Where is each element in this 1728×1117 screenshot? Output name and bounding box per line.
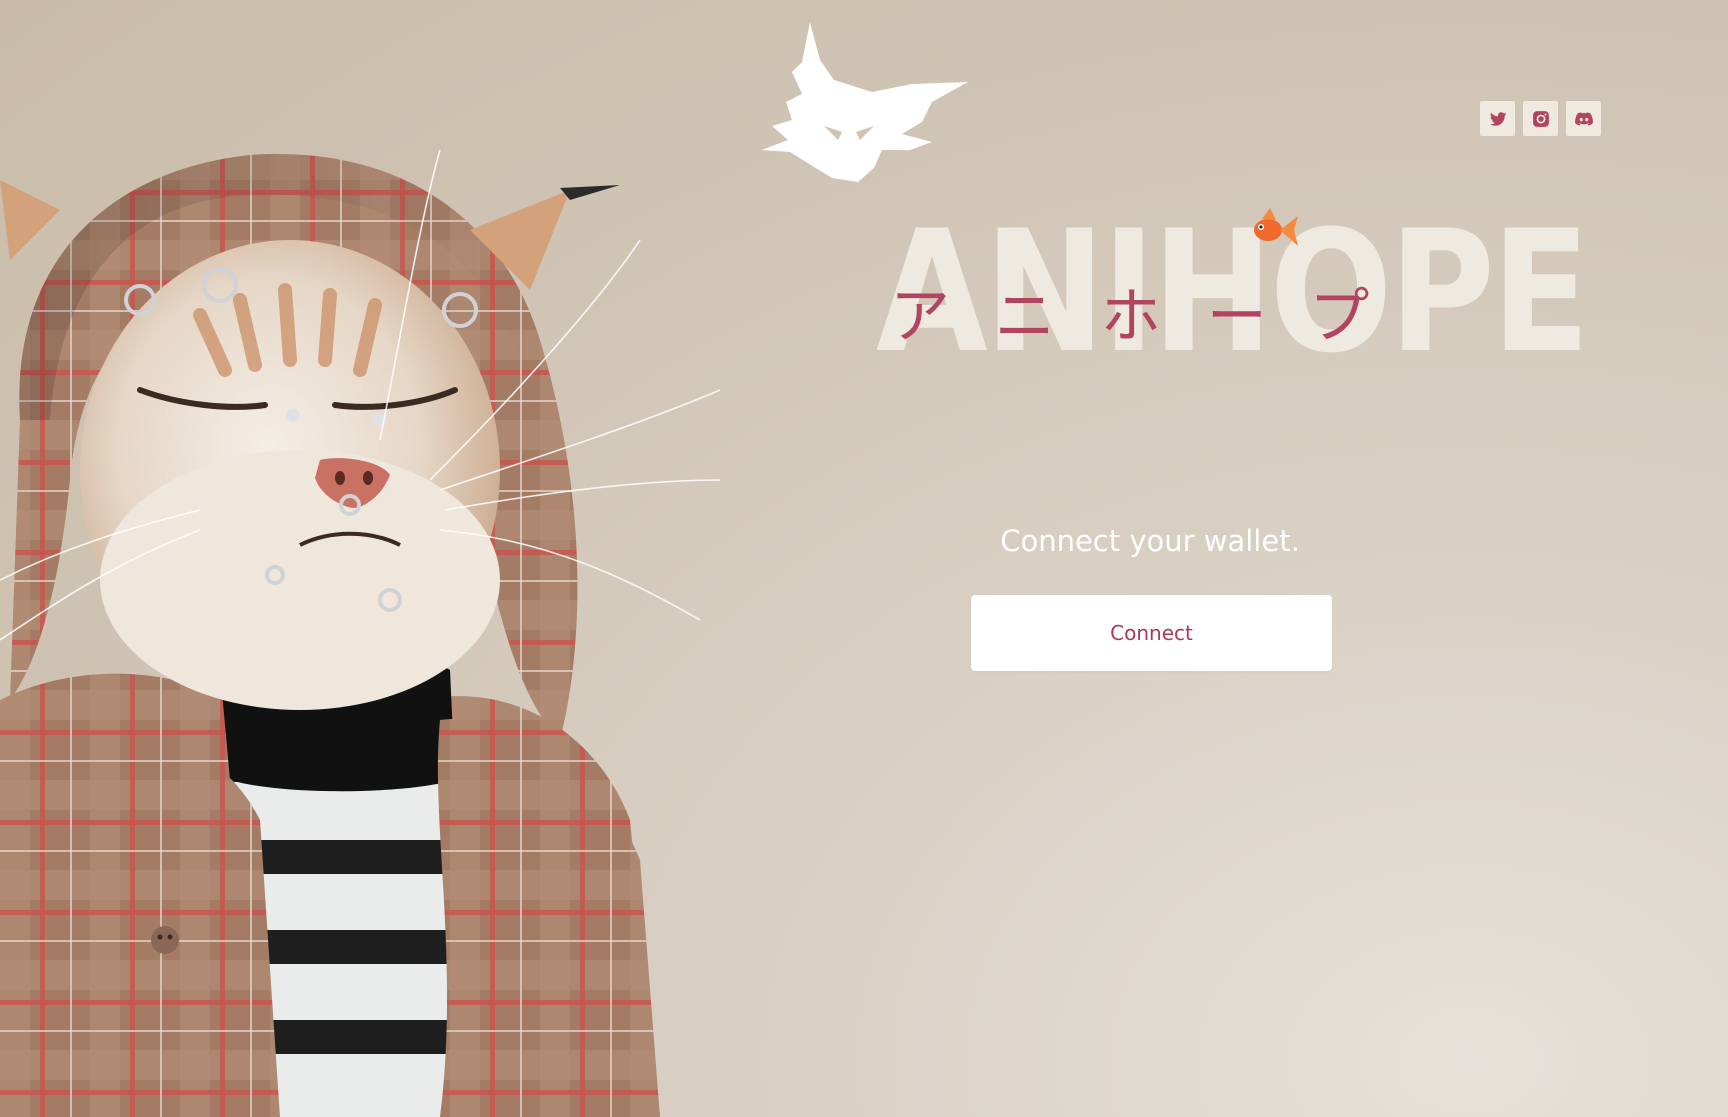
brand-logo-icon[interactable] [762,22,968,182]
landing-page: ANIHOPE アニホープ Connect your wallet. Conne… [0,0,1728,1117]
discord-button[interactable] [1566,101,1601,136]
twitter-button[interactable] [1480,101,1515,136]
goldfish-icon [1254,208,1298,246]
hero-cat-illustration [0,149,720,1117]
connect-wallet-button[interactable]: Connect [971,595,1332,671]
brand-wordmark: ANIHOPE アニホープ [876,208,1590,392]
instagram-icon [1532,110,1549,127]
instagram-button[interactable] [1523,101,1558,136]
twitter-icon [1489,111,1506,126]
wordmark-katakana: アニホープ [890,282,1416,352]
social-links [1480,101,1601,136]
discord-icon [1574,111,1593,126]
connect-heading: Connect your wallet. [1000,524,1300,558]
